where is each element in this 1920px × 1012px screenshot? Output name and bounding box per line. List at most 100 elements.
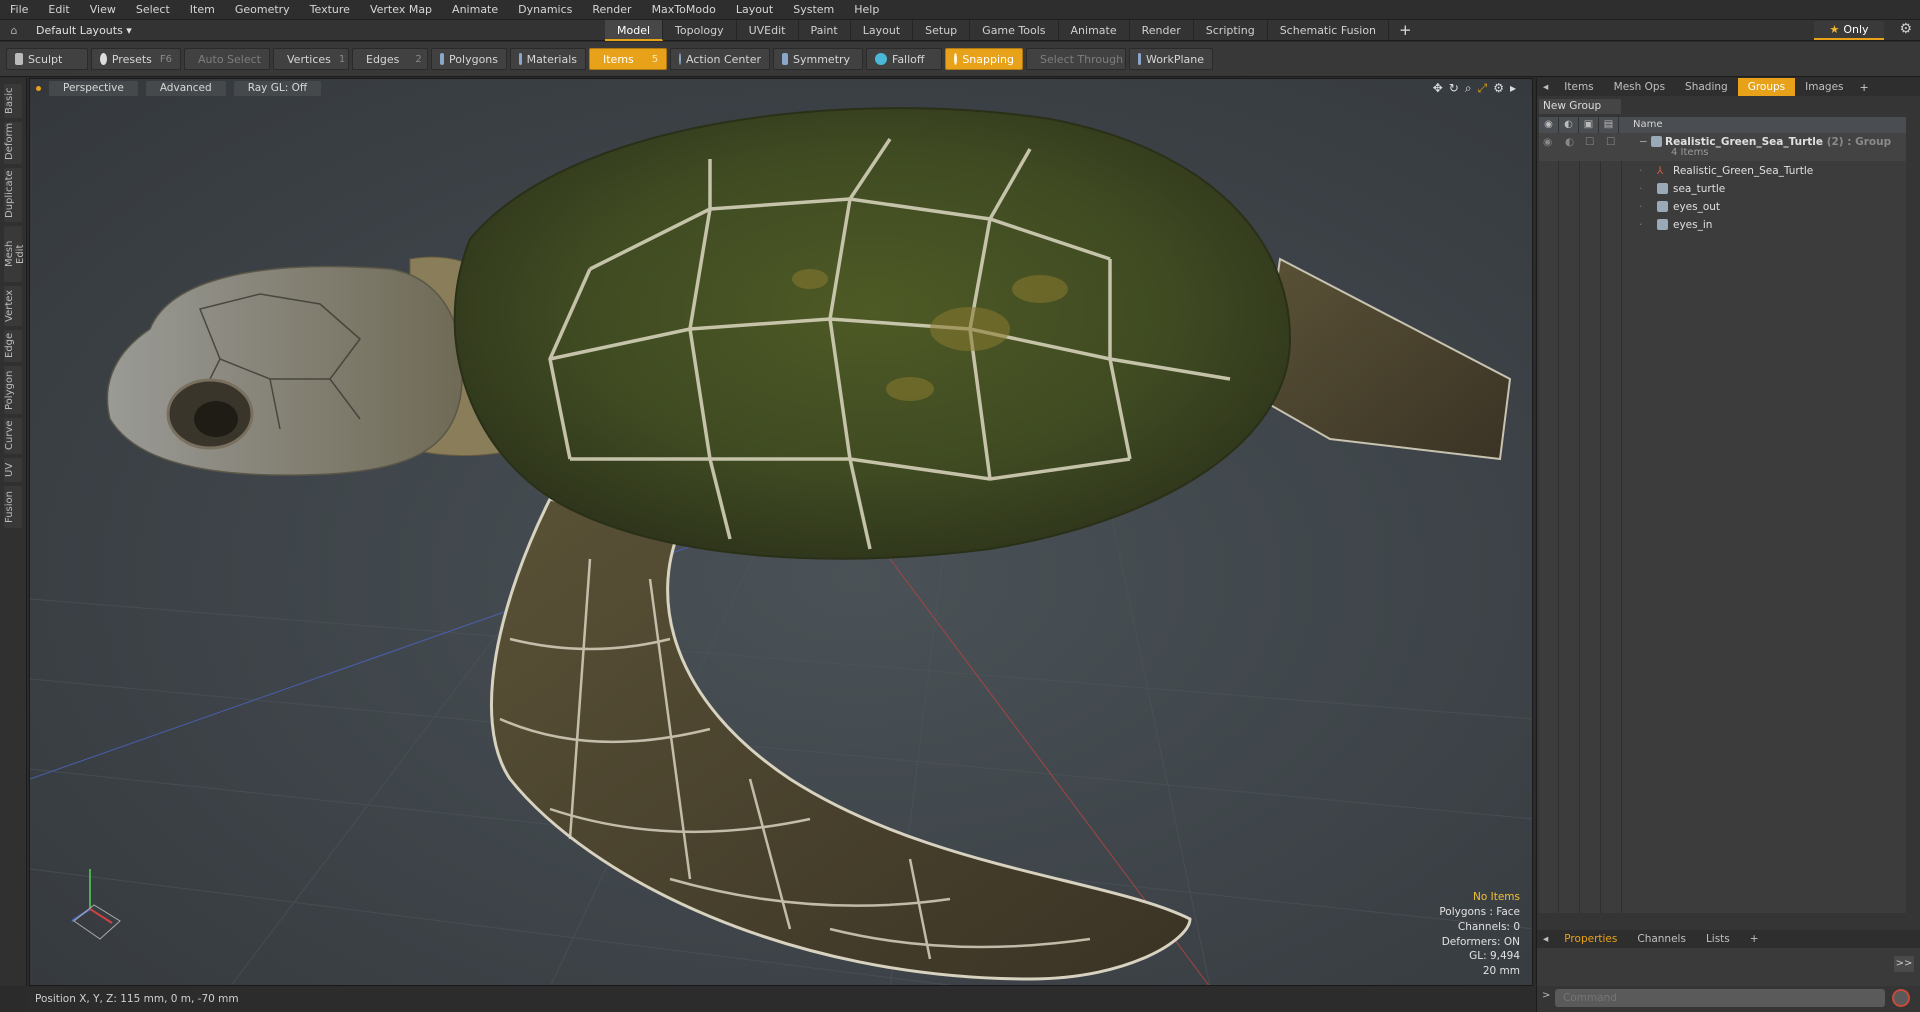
vertices-button[interactable]: Vertices 1 xyxy=(273,48,349,70)
rotate-icon[interactable]: ↻ xyxy=(1449,81,1459,96)
lock-column-icon[interactable]: ▣ xyxy=(1579,117,1599,133)
vtab-curve[interactable]: Curve xyxy=(4,418,22,454)
add-tab-button[interactable]: + xyxy=(1389,20,1422,41)
action-center-button[interactable]: Action Center xyxy=(670,48,770,70)
raygl-button[interactable]: Ray GL: Off xyxy=(233,80,322,96)
tab-schematic-fusion[interactable]: Schematic Fusion xyxy=(1268,20,1390,41)
menu-file[interactable]: File xyxy=(0,0,38,20)
menu-layout[interactable]: Layout xyxy=(726,0,783,20)
tab-uvedit[interactable]: UVEdit xyxy=(737,20,799,41)
list-item[interactable]: · ⅄ Realistic_Green_Sea_Turtle xyxy=(1539,162,1906,180)
3d-viewport[interactable]: Perspective Advanced Ray GL: Off ✥ ↻ ⌕ ⤢… xyxy=(29,78,1533,986)
viewport-menu-icon[interactable]: ▸ xyxy=(1510,81,1516,96)
expand-button[interactable]: >> xyxy=(1894,956,1914,972)
vtab-mesh-edit[interactable]: Mesh Edit xyxy=(4,226,26,282)
tab-groups[interactable]: Groups xyxy=(1737,78,1796,96)
group-row[interactable]: ◉ ◐ ☐ ☐ − Realistic_Green_Sea_Turtle (2)… xyxy=(1539,133,1906,161)
vtab-fusion[interactable]: Fusion xyxy=(4,486,22,528)
tab-render[interactable]: Render xyxy=(1130,20,1194,41)
items-button[interactable]: Items 5 xyxy=(589,48,667,70)
menu-select[interactable]: Select xyxy=(126,0,180,20)
vtab-uv[interactable]: UV xyxy=(4,458,22,482)
select-through-button[interactable]: Select Through xyxy=(1026,48,1126,70)
maximize-icon[interactable]: ⤢ xyxy=(1478,81,1488,96)
tab-model[interactable]: Model xyxy=(605,20,664,41)
tab-game-tools[interactable]: Game Tools xyxy=(970,20,1059,41)
vtab-polygon[interactable]: Polygon xyxy=(4,366,22,414)
menu-item[interactable]: Item xyxy=(180,0,225,20)
menu-view[interactable]: View xyxy=(80,0,126,20)
menu-dynamics[interactable]: Dynamics xyxy=(508,0,582,20)
menu-render[interactable]: Render xyxy=(582,0,641,20)
workplane-button[interactable]: WorkPlane xyxy=(1129,48,1213,70)
menu-edit[interactable]: Edit xyxy=(38,0,79,20)
view-mode-button[interactable]: Perspective xyxy=(49,80,138,96)
tab-mesh-ops[interactable]: Mesh Ops xyxy=(1604,78,1675,96)
materials-button[interactable]: Materials xyxy=(510,48,586,70)
tab-animate[interactable]: Animate xyxy=(1059,20,1130,41)
shading-mode-button[interactable]: Advanced xyxy=(145,80,226,96)
tab-items[interactable]: Items xyxy=(1554,78,1603,96)
tab-lists[interactable]: Lists xyxy=(1696,930,1740,948)
menu-geometry[interactable]: Geometry xyxy=(225,0,300,20)
stop-icon[interactable] xyxy=(1892,989,1910,1007)
vtab-deform[interactable]: Deform xyxy=(4,122,22,164)
polygons-label: Polygons xyxy=(449,52,498,66)
list-item[interactable]: · eyes_out xyxy=(1539,198,1906,216)
add-panel-tab-button[interactable]: + xyxy=(1854,81,1875,94)
layout-selector[interactable]: Default Layouts ▾ xyxy=(28,24,198,37)
zoom-icon[interactable]: ⌕ xyxy=(1465,81,1472,96)
auto-select-button[interactable]: Auto Select xyxy=(184,48,270,70)
command-input[interactable] xyxy=(1555,989,1885,1007)
tab-setup[interactable]: Setup xyxy=(913,20,971,41)
tab-topology[interactable]: Topology xyxy=(663,20,737,41)
only-toggle[interactable]: ★ Only xyxy=(1814,21,1884,40)
tab-shading[interactable]: Shading xyxy=(1675,78,1738,96)
presets-button[interactable]: Presets F6 xyxy=(91,48,181,70)
tab-scripting[interactable]: Scripting xyxy=(1194,20,1268,41)
menu-animate[interactable]: Animate xyxy=(442,0,508,20)
list-item[interactable]: · sea_turtle xyxy=(1539,180,1906,198)
viewport-gear-icon[interactable]: ⚙ xyxy=(1493,81,1504,96)
snapping-button[interactable]: Snapping xyxy=(945,48,1023,70)
polygons-button[interactable]: Polygons xyxy=(431,48,507,70)
group-visibility-icon[interactable]: ◉ xyxy=(1543,133,1552,151)
symmetry-button[interactable]: Symmetry xyxy=(773,48,863,70)
falloff-button[interactable]: Falloff xyxy=(866,48,942,70)
group-lock-checkbox[interactable]: ☐ xyxy=(1585,133,1594,151)
vtab-edge[interactable]: Edge xyxy=(4,330,22,362)
vtab-vertex[interactable]: Vertex xyxy=(4,286,22,326)
select-column-icon[interactable]: ▤ xyxy=(1599,117,1619,133)
tab-channels[interactable]: Channels xyxy=(1627,930,1696,948)
pan-icon[interactable]: ✥ xyxy=(1433,81,1443,96)
tab-properties[interactable]: Properties xyxy=(1554,930,1627,948)
properties-menu-icon[interactable]: ◂ xyxy=(1537,930,1554,948)
gear-icon[interactable]: ⚙ xyxy=(1899,21,1912,37)
menu-vertex-map[interactable]: Vertex Map xyxy=(360,0,442,20)
name-column[interactable]: Name xyxy=(1619,117,1663,133)
sculpt-button[interactable]: Sculpt xyxy=(6,48,88,70)
home-icon[interactable]: ⌂ xyxy=(0,24,28,37)
polygons-icon xyxy=(440,53,445,65)
menu-maxtomodo[interactable]: MaxToModo xyxy=(642,0,726,20)
render-column-icon[interactable]: ◐ xyxy=(1559,117,1579,133)
snapping-icon xyxy=(954,53,958,65)
edges-button[interactable]: Edges 2 xyxy=(352,48,428,70)
panel-menu-icon[interactable]: ◂ xyxy=(1537,78,1554,96)
menu-system[interactable]: System xyxy=(783,0,844,20)
list-item[interactable]: · eyes_in xyxy=(1539,216,1906,234)
tab-images[interactable]: Images xyxy=(1795,78,1853,96)
vtab-basic[interactable]: Basic xyxy=(4,84,22,118)
vtab-duplicate[interactable]: Duplicate xyxy=(4,168,22,222)
group-render-icon[interactable]: ◐ xyxy=(1565,133,1574,151)
visibility-column-icon[interactable]: ◉ xyxy=(1539,117,1559,133)
new-group-button[interactable]: New Group xyxy=(1539,99,1621,114)
group-select-checkbox[interactable]: ☐ xyxy=(1606,133,1615,151)
menu-texture[interactable]: Texture xyxy=(300,0,360,20)
add-properties-tab-button[interactable]: + xyxy=(1740,930,1769,948)
tab-paint[interactable]: Paint xyxy=(799,20,851,41)
tree-connector-icon: · xyxy=(1639,201,1643,213)
group-collapse-icon[interactable]: − xyxy=(1639,133,1648,151)
tab-layout[interactable]: Layout xyxy=(851,20,914,41)
menu-help[interactable]: Help xyxy=(844,0,889,20)
